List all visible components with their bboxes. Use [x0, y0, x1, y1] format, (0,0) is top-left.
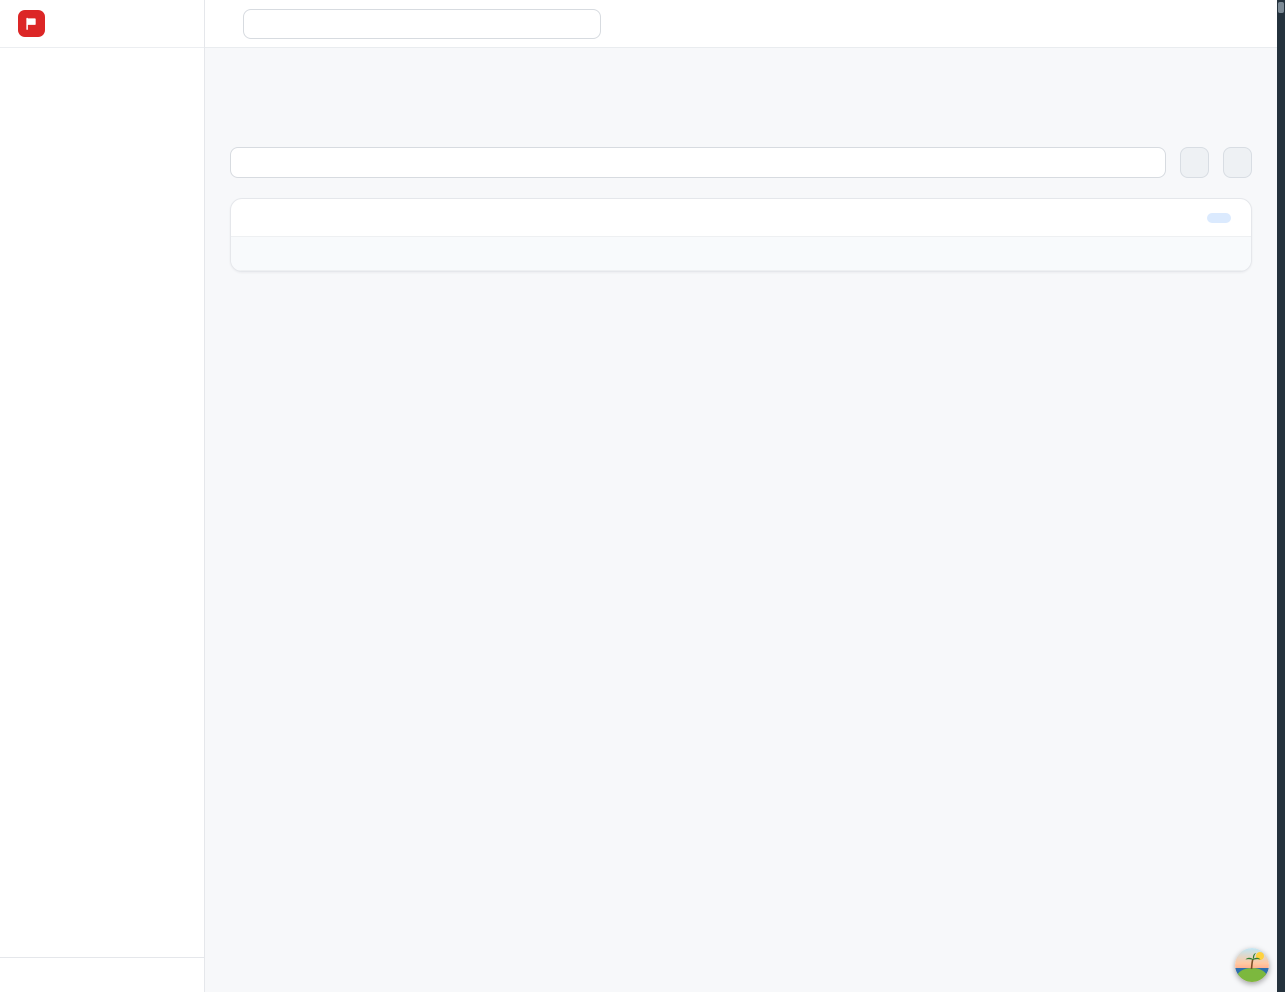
image-search-input[interactable] — [250, 155, 1154, 170]
filter-row — [230, 147, 1252, 178]
main-area — [205, 0, 1277, 992]
topbar — [205, 0, 1277, 48]
sidebar-nav — [0, 48, 204, 957]
content — [205, 48, 1277, 992]
image-search[interactable] — [230, 147, 1166, 178]
global-search-input[interactable] — [263, 16, 589, 31]
severity-dropdown[interactable] — [1223, 147, 1252, 178]
image-group-card — [230, 198, 1252, 272]
sidebar — [0, 0, 205, 992]
sidebar-footer — [0, 957, 204, 992]
group-header — [231, 199, 1251, 236]
updates-available-badge — [1207, 213, 1231, 223]
table-header-row — [231, 236, 1251, 271]
window-scrollbar[interactable] — [1277, 0, 1285, 992]
brand — [0, 0, 204, 48]
island-indicator-icon[interactable] — [1235, 948, 1269, 982]
page-header — [230, 72, 1252, 86]
global-search[interactable] — [243, 9, 601, 39]
app-window — [0, 0, 1277, 992]
scrollbar-thumb[interactable] — [1278, 2, 1284, 13]
status-dropdown[interactable] — [1180, 147, 1209, 178]
flag-icon — [18, 10, 45, 37]
